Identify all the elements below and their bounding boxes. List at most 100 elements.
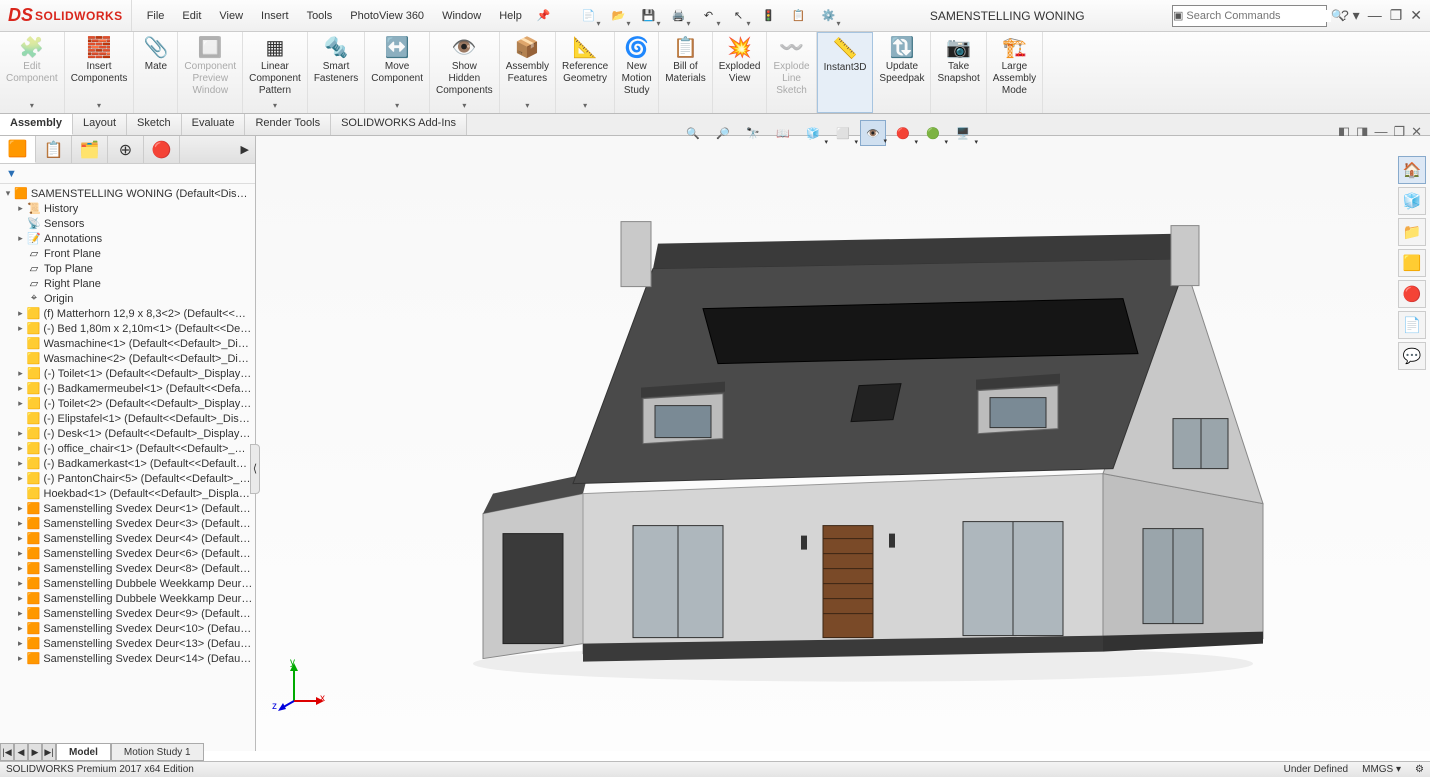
tree-item[interactable]: ▸🟧Samenstelling Svedex Deur<4> (Default<… (2, 531, 255, 546)
tree-item[interactable]: ▸🟨(-) Badkamerkast<1> (Default<<Default>… (2, 456, 255, 471)
tab-layout[interactable]: Layout (73, 114, 127, 135)
menu-edit[interactable]: Edit (173, 10, 210, 22)
panel-tab-display[interactable]: 🔴 (144, 136, 180, 163)
restore-button[interactable]: ❐ (1390, 7, 1403, 24)
menu-insert[interactable]: Insert (252, 10, 298, 22)
tree-item[interactable]: ▸📜History (2, 201, 255, 216)
ribbon-take[interactable]: 📷TakeSnapshot (931, 32, 986, 113)
ribbon-insert[interactable]: 🧱InsertComponents (65, 32, 135, 113)
tree-item[interactable]: ▸🟨(-) PantonChair<5> (Default<<Default>_… (2, 471, 255, 486)
btab-prev-icon[interactable]: ◀ (14, 743, 28, 761)
tree-item[interactable]: ▸🟧Samenstelling Svedex Deur<10> (Default… (2, 621, 255, 636)
panel-tab-feature-tree[interactable]: 🟧 (0, 136, 36, 163)
tab-evaluate[interactable]: Evaluate (182, 114, 246, 135)
btab-last-icon[interactable]: ▶| (42, 743, 56, 761)
hide-show-icon[interactable]: 👁️ (860, 120, 886, 146)
tree-item[interactable]: ▸🟨(-) Toilet<1> (Default<<Default>_Displ… (2, 366, 255, 381)
search-input[interactable] (1183, 10, 1331, 22)
tree-item[interactable]: 🟨(-) Elipstafel<1> (Default<<Default>_Di… (2, 411, 255, 426)
ribbon-mate[interactable]: 📎Mate (134, 32, 178, 113)
section-view-icon[interactable]: 📖 (770, 120, 796, 146)
tree-item[interactable]: ▸🟨(-) Toilet<2> (Default<<Default>_Displ… (2, 396, 255, 411)
panel-tab-property[interactable]: 📋 (36, 136, 72, 163)
display-style-icon[interactable]: ⬜ (830, 120, 856, 146)
bottom-tab-model[interactable]: Model (56, 743, 111, 761)
zoom-area-icon[interactable]: 🔎 (710, 120, 736, 146)
save-button[interactable]: 💾 (635, 4, 663, 28)
prev-view-icon[interactable]: 🔭 (740, 120, 766, 146)
close-button[interactable]: ✕ (1410, 7, 1422, 24)
ribbon-reference[interactable]: 📐ReferenceGeometry (556, 32, 615, 113)
tree-item[interactable]: ▸🟧Samenstelling Dubbele Weekkamp Deur<1> (2, 576, 255, 591)
print-button[interactable]: 🖨️ (665, 4, 693, 28)
tp-folder-icon[interactable]: 📁 (1398, 218, 1426, 246)
undo-button[interactable]: ↶ (695, 4, 723, 28)
status-gear-icon[interactable]: ⚙ (1415, 764, 1424, 775)
select-button[interactable]: ↖ (725, 4, 753, 28)
ribbon-linear[interactable]: ▦LinearComponentPattern (243, 32, 308, 113)
tree-item[interactable]: ▸🟧Samenstelling Dubbele Weekkamp Deur<2> (2, 591, 255, 606)
status-units[interactable]: MMGS ▾ (1362, 764, 1401, 775)
menu-window[interactable]: Window (433, 10, 490, 22)
appearance-icon[interactable]: 🔴 (890, 120, 916, 146)
panel-expand-icon[interactable]: ▶ (235, 136, 255, 163)
tree-item[interactable]: ▸🟧Samenstelling Svedex Deur<9> (Default<… (2, 606, 255, 621)
tab-sketch[interactable]: Sketch (127, 114, 182, 135)
tree-item[interactable]: 🟨Hoekbad<1> (Default<<Default>_Display S… (2, 486, 255, 501)
tp-forum-icon[interactable]: 💬 (1398, 342, 1426, 370)
ribbon-assembly[interactable]: 📦AssemblyFeatures (500, 32, 556, 113)
minimize-button[interactable]: — (1368, 7, 1382, 24)
orientation-triad[interactable]: y x z (276, 661, 326, 711)
tree-item[interactable]: 🟨Wasmachine<1> (Default<<Default>_Displa (2, 336, 255, 351)
view-settings-icon[interactable]: 🖥️ (950, 120, 976, 146)
pin-icon[interactable]: 📌 (531, 9, 557, 22)
menu-help[interactable]: Help (490, 10, 531, 22)
tree-item[interactable]: ▸📝Annotations (2, 231, 255, 246)
rebuild-button[interactable]: 🚦 (755, 4, 783, 28)
zoom-fit-icon[interactable]: 🔍 (680, 120, 706, 146)
settings-button[interactable]: ⚙️ (815, 4, 843, 28)
help-button[interactable]: ? ▾ (1341, 7, 1360, 24)
tree-item[interactable]: ▸🟧Samenstelling Svedex Deur<3> (Default<… (2, 516, 255, 531)
tp-appear-icon[interactable]: 🔴 (1398, 280, 1426, 308)
search-box[interactable]: ▣ 🔍 (1172, 5, 1327, 27)
view-orient-icon[interactable]: 🧊 (800, 120, 826, 146)
tree-item[interactable]: ▸🟨(-) office_chair<1> (Default<<Default>… (2, 441, 255, 456)
collapse-handle[interactable]: ⟨ (250, 444, 260, 494)
btab-next-icon[interactable]: ▶ (28, 743, 42, 761)
tree-item[interactable]: ▸🟨(f) Matterhorn 12,9 x 8,3<2> (Default<… (2, 306, 255, 321)
tree-item[interactable]: ▸🟨(-) Bed 1,80m x 2,10m<1> (Default<<Def… (2, 321, 255, 336)
ribbon-large[interactable]: 🏗️LargeAssemblyMode (987, 32, 1043, 113)
ribbon-show[interactable]: 👁️ShowHiddenComponents (430, 32, 500, 113)
tree-item[interactable]: 🟨Wasmachine<2> (Default<<Default>_Displa (2, 351, 255, 366)
tree-item[interactable]: ▱Top Plane (2, 261, 255, 276)
new-button[interactable]: 📄 (575, 4, 603, 28)
panel-tab-dimx[interactable]: ⊕ (108, 136, 144, 163)
graphics-viewport[interactable]: y x z (256, 136, 1430, 751)
btab-first-icon[interactable]: |◀ (0, 743, 14, 761)
tab-render-tools[interactable]: Render Tools (245, 114, 331, 135)
menu-photoview[interactable]: PhotoView 360 (341, 10, 433, 22)
menu-tools[interactable]: Tools (298, 10, 342, 22)
ribbon-exploded[interactable]: 💥ExplodedView (713, 32, 768, 113)
ribbon-update[interactable]: 🔃UpdateSpeedpak (873, 32, 931, 113)
panel-tab-config[interactable]: 🗂️ (72, 136, 108, 163)
tree-item[interactable]: ▸🟨(-) Desk<1> (Default<<Default>_Display… (2, 426, 255, 441)
ribbon-new[interactable]: 🌀NewMotionStudy (615, 32, 659, 113)
ribbon-instant3d[interactable]: 📏Instant3D (817, 32, 874, 113)
tree-item[interactable]: 📡Sensors (2, 216, 255, 231)
tree-item[interactable]: ▸🟧Samenstelling Svedex Deur<1> (Default<… (2, 501, 255, 516)
ribbon-bill-of[interactable]: 📋Bill ofMaterials (659, 32, 713, 113)
bottom-tab-motion-study-1[interactable]: Motion Study 1 (111, 743, 204, 761)
tree-root[interactable]: ▾🟧SAMENSTELLING WONING (Default<Display … (2, 186, 255, 201)
tree-item[interactable]: ▱Right Plane (2, 276, 255, 291)
tree-item[interactable]: ⌖Origin (2, 291, 255, 306)
options-button[interactable]: 📋 (785, 4, 813, 28)
tree-item[interactable]: ▸🟧Samenstelling Svedex Deur<8> (Default<… (2, 561, 255, 576)
menu-view[interactable]: View (210, 10, 252, 22)
tp-box-icon[interactable]: 🧊 (1398, 187, 1426, 215)
menu-file[interactable]: File (138, 10, 174, 22)
ribbon-move[interactable]: ↔️MoveComponent (365, 32, 430, 113)
tab-solidworks-add-ins[interactable]: SOLIDWORKS Add-Ins (331, 114, 467, 135)
tp-view-icon[interactable]: 🟨 (1398, 249, 1426, 277)
